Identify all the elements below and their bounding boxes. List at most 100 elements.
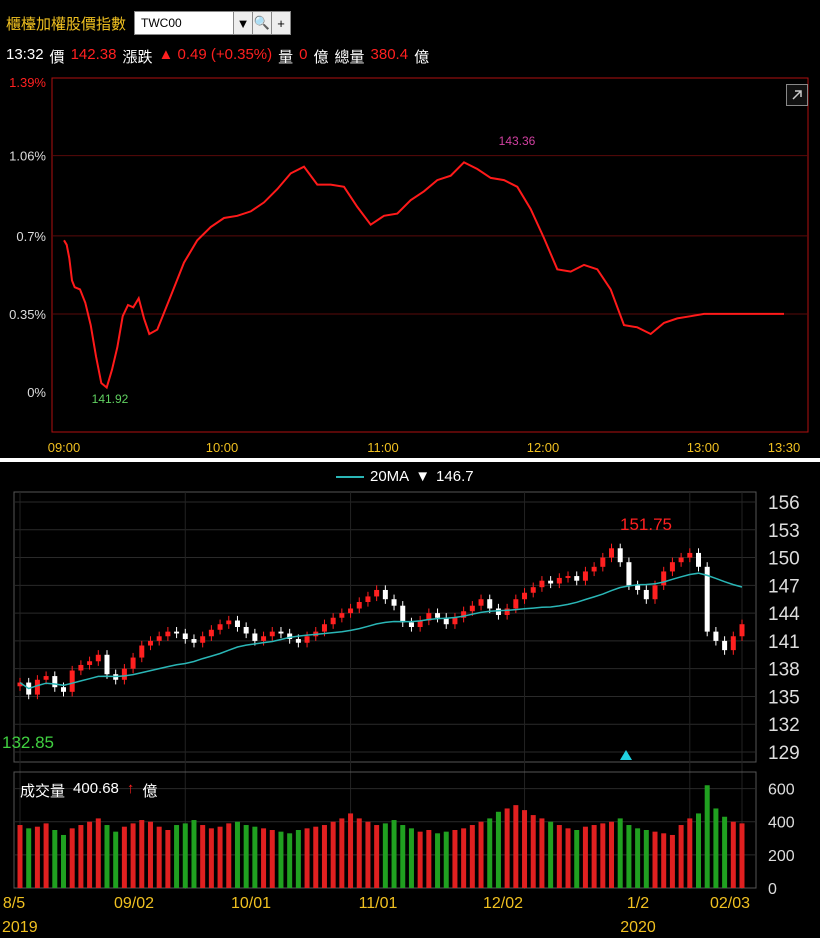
volume-bar — [391, 820, 397, 888]
volume-bar — [217, 826, 223, 888]
intraday-panel: 櫃檯加權股價指數 TWC00 ▼ 🔍 + 13:32 價 142.38 漲跌 ▲… — [0, 0, 820, 458]
volume-y-tick: 400 — [768, 815, 795, 832]
candle-body — [87, 661, 93, 665]
volume-y-tick: 0 — [768, 881, 777, 898]
ma-legend: 20MA ▼ 146.7 — [336, 468, 474, 485]
candle-body — [321, 624, 327, 632]
intraday-low-label: 141.92 — [92, 392, 129, 406]
volume-bar — [635, 828, 641, 888]
volume-bar — [174, 825, 180, 888]
candle-body — [139, 645, 145, 658]
candle-body — [278, 631, 284, 634]
volume-bar — [487, 818, 493, 888]
volume-bar — [304, 828, 310, 888]
volume-bar — [348, 813, 354, 888]
candle-body — [304, 636, 310, 643]
ma20-line — [19, 572, 743, 690]
candle-body — [635, 585, 641, 590]
candle-body — [548, 580, 554, 584]
volume-bar — [252, 826, 258, 888]
candle-body — [591, 566, 597, 572]
volume-bar — [104, 825, 110, 888]
candle-body — [530, 587, 536, 593]
daily-y-tick: 156 — [768, 493, 800, 514]
daily-high-label: 151.75 — [620, 515, 672, 534]
volume-bar — [461, 828, 467, 888]
ma-legend-arrow: ▼ — [415, 468, 431, 485]
volume-bar — [469, 825, 475, 888]
daily-year-label: 2020 — [620, 919, 656, 936]
candle-body — [200, 636, 206, 643]
volume-bar — [278, 831, 284, 888]
candle-body — [495, 608, 501, 615]
daily-y-tick: 135 — [768, 687, 800, 708]
candle-body — [147, 640, 153, 646]
candle-body — [600, 557, 606, 567]
candle-body — [565, 576, 571, 578]
volume-bar — [226, 823, 232, 888]
candle-body — [513, 599, 519, 609]
candle-body — [191, 639, 197, 643]
intraday-y-tick: 1.06% — [9, 149, 46, 164]
volume-bar — [234, 821, 240, 888]
volume-bar — [591, 825, 597, 888]
candle-body — [696, 552, 702, 567]
daily-y-tick: 150 — [768, 549, 800, 570]
volume-bar — [426, 830, 432, 888]
daily-year-label: 2019 — [2, 919, 38, 936]
daily-y-tick: 132 — [768, 715, 800, 736]
volume-bar — [478, 821, 484, 888]
candle-body — [330, 617, 336, 625]
candle-body — [609, 548, 615, 558]
volume-bar — [147, 821, 153, 888]
volume-y-tick: 200 — [768, 848, 795, 865]
intraday-x-tick: 09:00 — [48, 440, 81, 455]
volume-legend: 成交量 400.68 ↑ 億 — [20, 780, 157, 801]
daily-panel: 129 132 135 138 141 144 147 150 153 156 151.75 132.… — [0, 462, 820, 938]
intraday-x-tick: 10:00 — [206, 440, 239, 455]
intraday-y-tick: 0.7% — [16, 229, 46, 244]
volume-bar — [17, 825, 23, 888]
daily-y-tick: 141 — [768, 632, 800, 653]
volume-bar — [713, 808, 719, 888]
intraday-x-tick: 12:00 — [527, 440, 560, 455]
volume-bar — [330, 821, 336, 888]
volume-bar — [408, 828, 414, 888]
volume-bar — [643, 830, 649, 888]
volume-bar — [435, 833, 441, 888]
candle-body — [34, 679, 40, 695]
volume-bar — [321, 825, 327, 888]
volume-bar — [382, 823, 388, 888]
daily-x-tick: 02/03 — [710, 895, 750, 912]
ma-legend-line — [336, 475, 364, 478]
candle-body — [348, 608, 354, 614]
candle-body — [487, 599, 493, 609]
volume-bar — [130, 823, 136, 888]
daily-x-tick: 1/2 — [627, 895, 649, 912]
candle-body — [408, 622, 414, 627]
daily-x-tick: 09/02 — [114, 895, 154, 912]
candle-body — [156, 636, 162, 641]
candle-body — [617, 548, 623, 563]
volume-bar — [617, 818, 623, 888]
volume-bar — [26, 828, 32, 888]
intraday-y-tick: 0.35% — [9, 307, 46, 322]
volume-bar — [678, 825, 684, 888]
volume-bar — [452, 830, 458, 888]
volume-bar — [243, 825, 249, 888]
intraday-high-label: 143.36 — [499, 134, 536, 148]
candle-body — [626, 562, 632, 586]
link-icon[interactable] — [786, 84, 808, 106]
candle-body — [339, 613, 345, 618]
intraday-y-tick: 1.39% — [9, 75, 46, 90]
volume-bar — [696, 813, 702, 888]
candle-body — [478, 599, 484, 606]
candle-body — [574, 576, 580, 581]
volume-bar — [574, 830, 580, 888]
candle-body — [722, 640, 728, 651]
volume-bar — [60, 834, 66, 888]
candle-body — [652, 585, 658, 600]
volume-bar — [165, 830, 171, 888]
candle-body — [452, 617, 458, 625]
volume-bar — [139, 820, 145, 888]
